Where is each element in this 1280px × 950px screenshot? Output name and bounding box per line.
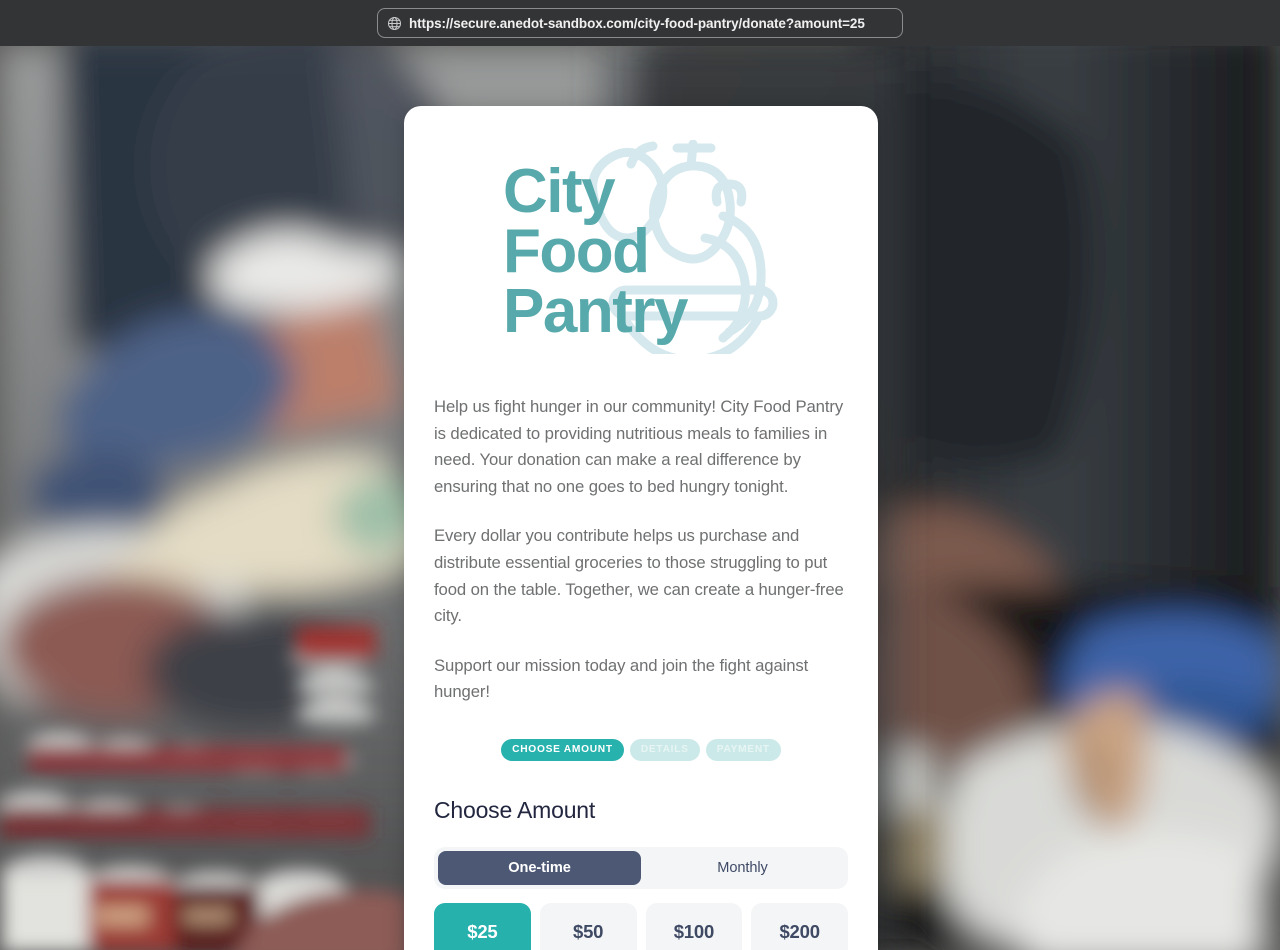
amount-option-50[interactable]: $50	[539, 902, 637, 950]
donation-card: City Food Pantry Help us fight hunger in…	[404, 106, 878, 950]
svg-text:City: City	[503, 157, 616, 226]
step-choose-amount[interactable]: CHOOSE AMOUNT	[501, 738, 624, 761]
frequency-one-time[interactable]: One-time	[438, 850, 641, 885]
organization-logo: City Food Pantry	[491, 140, 791, 354]
svg-text:Food: Food	[503, 217, 649, 286]
description-paragraph-3: Support our mission today and join the f…	[434, 655, 809, 702]
globe-icon	[387, 16, 402, 31]
url-bar[interactable]: https://secure.anedot-sandbox.com/city-f…	[377, 8, 903, 38]
url-text: https://secure.anedot-sandbox.com/city-f…	[409, 15, 865, 31]
amount-options: $25 $50 $100 $200	[434, 902, 848, 950]
svg-text:Pantry: Pantry	[503, 277, 689, 346]
description-paragraph-1: Help us fight hunger in our community! C…	[434, 397, 844, 496]
amount-option-200[interactable]: $200	[751, 902, 848, 950]
browser-toolbar: https://secure.anedot-sandbox.com/city-f…	[0, 0, 1280, 46]
amount-option-25[interactable]: $25	[434, 902, 531, 950]
step-payment[interactable]: PAYMENT	[705, 738, 781, 761]
description-paragraph-2: Every dollar you contribute helps us pur…	[434, 526, 844, 626]
frequency-monthly[interactable]: Monthly	[641, 851, 844, 885]
choose-amount-heading: Choose Amount	[434, 796, 596, 823]
page-viewport: City Food Pantry Help us fight hunger in…	[0, 46, 1280, 950]
donation-frequency-toggle: One-time Monthly	[434, 846, 848, 889]
amount-option-100[interactable]: $100	[645, 902, 743, 950]
step-details[interactable]: DETAILS	[629, 738, 700, 761]
campaign-description: Help us fight hunger in our community! C…	[434, 394, 848, 706]
checkout-steps: CHOOSE AMOUNT DETAILS PAYMENT	[434, 738, 848, 761]
